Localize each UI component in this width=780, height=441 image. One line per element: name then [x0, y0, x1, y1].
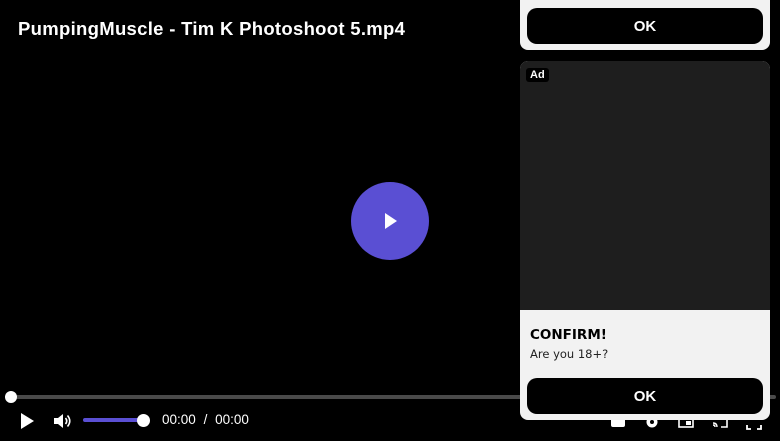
time-separator: /	[203, 412, 208, 427]
video-title: PumpingMuscle - Tim K Photoshoot 5.mp4	[18, 18, 406, 39]
ad-heading: CONFIRM!	[530, 327, 607, 343]
ad-top-ok-button[interactable]: OK	[527, 8, 763, 44]
ad-subtext: Are you 18+?	[530, 347, 609, 361]
ad-ok-button[interactable]: OK	[527, 378, 763, 414]
ad-banner-top: OK	[520, 0, 770, 50]
progress-scrubber[interactable]	[5, 391, 17, 403]
play-icon[interactable]	[16, 410, 38, 432]
volume-icon[interactable]	[51, 410, 73, 432]
ad-image-placeholder[interactable]	[520, 61, 770, 310]
time-display: 00:00 / 00:00	[162, 412, 249, 427]
volume-slider[interactable]	[83, 418, 145, 422]
duration: 00:00	[215, 412, 249, 427]
ad-badge: Ad	[526, 68, 549, 82]
play-icon	[385, 213, 397, 229]
volume-handle[interactable]	[137, 414, 150, 427]
current-time: 00:00	[162, 412, 196, 427]
big-play-button[interactable]	[351, 182, 429, 260]
ad-card[interactable]: Ad CONFIRM! Are you 18+? OK	[520, 61, 770, 420]
